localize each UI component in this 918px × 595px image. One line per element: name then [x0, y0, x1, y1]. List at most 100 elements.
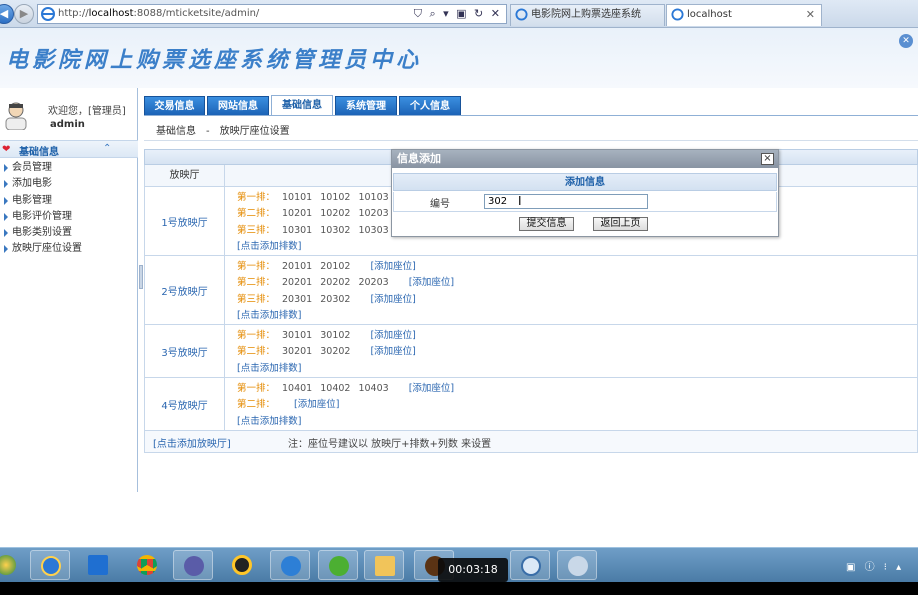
username: admin — [50, 119, 85, 130]
chrome-icon — [137, 555, 157, 575]
forward-button[interactable]: ▶ — [14, 4, 34, 24]
ie-icon — [41, 556, 61, 576]
system-tray-icon[interactable]: ▣ ⓘ ⁝ ▴ — [846, 558, 904, 573]
panel-splitter[interactable] — [139, 265, 143, 289]
add-seat-link[interactable]: [添加座位] — [370, 261, 415, 272]
windows-start-icon — [0, 555, 16, 575]
seat[interactable]: 20203 — [358, 275, 388, 291]
taskbar-search[interactable] — [510, 550, 550, 580]
taskbar-app[interactable] — [270, 550, 310, 580]
paint-icon — [568, 556, 588, 576]
add-seat-link[interactable]: [添加座位] — [370, 294, 415, 305]
sidebar-item-add-movie[interactable]: 添加电影 — [0, 176, 82, 192]
seat[interactable]: 10101 — [282, 190, 312, 206]
add-seat-link[interactable]: [添加座位] — [370, 330, 415, 341]
seat[interactable]: 20302 — [320, 292, 350, 308]
id-field[interactable] — [484, 194, 648, 209]
seat[interactable]: 10103 — [358, 190, 388, 206]
submit-button[interactable]: 提交信息 — [519, 217, 574, 231]
address-bar[interactable]: http://localhost:8088/mticketsite/admin/… — [37, 4, 507, 24]
welcome-text: 欢迎您，[管理员] — [48, 106, 126, 117]
seat[interactable]: 10401 — [282, 381, 312, 397]
table-row: 3号放映厅 第一排： 30101 30102 [添加座位] 第二排： 30201 3020… — [144, 325, 918, 378]
seat[interactable]: 30102 — [320, 328, 350, 344]
user-box: 欢迎您，[管理员] admin — [0, 98, 138, 134]
seat[interactable]: 20101 — [282, 259, 312, 275]
add-seat-link[interactable]: [添加座位] — [409, 383, 454, 394]
taskbar-green-app[interactable] — [318, 550, 358, 580]
taskbar-eclipse[interactable] — [173, 550, 213, 580]
tab-site[interactable]: 电影院网上购票选座系统 — [510, 4, 665, 26]
add-seat-link[interactable]: [添加座位] — [294, 399, 339, 410]
seat[interactable]: 10201 — [282, 206, 312, 222]
address-tools-icon[interactable]: ⛉ ⌕ ▾ ▣ ↻ ✕ — [414, 7, 502, 21]
hall-name[interactable]: 3号放映厅 — [145, 325, 225, 377]
video-timecode: 00:03:18 — [438, 558, 508, 582]
add-seat-link[interactable]: [添加座位] — [370, 346, 415, 357]
seat[interactable]: 10402 — [320, 381, 350, 397]
seat[interactable]: 30202 — [320, 344, 350, 360]
add-row-link[interactable]: [点击添加排数] — [237, 361, 416, 377]
seat-note: 注：座位号建议以 放映厅+排数+列数 来设置 — [288, 439, 492, 450]
taskbar-chrome[interactable] — [127, 550, 167, 580]
tab-system-manage[interactable]: 系统管理 — [335, 96, 397, 115]
tab-personal-info[interactable]: 个人信息 — [399, 96, 461, 115]
back-button[interactable]: ◀ — [0, 4, 14, 24]
seat[interactable]: 10203 — [358, 206, 388, 222]
add-row-link[interactable]: [点击添加排数] — [237, 239, 417, 255]
seat[interactable]: 10302 — [320, 223, 350, 239]
hall-name[interactable]: 1号放映厅 — [145, 187, 225, 255]
seat[interactable]: 20202 — [320, 275, 350, 291]
seat[interactable]: 20102 — [320, 259, 350, 275]
add-row-link[interactable]: [点击添加排数] — [237, 414, 454, 430]
qq-icon — [232, 555, 252, 575]
taskbar-grid[interactable] — [78, 550, 118, 580]
tab-site-info[interactable]: 网站信息 — [207, 96, 269, 115]
browser-chrome: ◀ ▶ http://localhost:8088/mticketsite/ad… — [0, 0, 918, 28]
sidebar-item-members[interactable]: 会员管理 — [0, 160, 82, 176]
seat[interactable]: 10102 — [320, 190, 350, 206]
row-label: 第二排： — [237, 399, 276, 411]
grid-app-icon — [88, 555, 108, 575]
seat[interactable]: 10403 — [358, 381, 388, 397]
seat[interactable]: 10303 — [358, 223, 388, 239]
tab-localhost[interactable]: localhost ✕ — [666, 4, 822, 26]
sidebar-section-header[interactable]: ❤ 基础信息 ⌃ — [0, 140, 138, 158]
back-button[interactable]: 返回上页 — [593, 217, 648, 231]
collapse-icon[interactable]: ⌃ — [103, 143, 111, 154]
hall-name[interactable]: 2号放映厅 — [145, 256, 225, 324]
sidebar-item-categories[interactable]: 电影类别设置 — [0, 225, 82, 241]
taskbar-paint[interactable] — [557, 550, 597, 580]
close-icon[interactable]: × — [761, 153, 774, 165]
row-label: 第一排： — [237, 330, 276, 341]
breadcrumb-divider — [144, 140, 918, 141]
sidebar-item-hall-seats[interactable]: 放映厅座位设置 — [0, 241, 82, 257]
seat[interactable]: 30201 — [282, 344, 312, 360]
add-seat-link[interactable]: [添加座位] — [409, 277, 454, 288]
sidebar-item-reviews[interactable]: 电影评价管理 — [0, 209, 82, 225]
seat[interactable]: 30101 — [282, 328, 312, 344]
sidebar-item-movie-manage[interactable]: 电影管理 — [0, 193, 82, 209]
row-label: 第一排： — [237, 192, 276, 203]
search-icon — [521, 556, 541, 576]
ie-page-icon — [41, 7, 55, 21]
seat[interactable]: 10202 — [320, 206, 350, 222]
text-cursor-icon: I — [518, 194, 522, 208]
add-row-link[interactable]: [点击添加排数] — [237, 308, 454, 324]
logout-icon[interactable]: ✕ — [899, 34, 913, 48]
seat[interactable]: 20201 — [282, 275, 312, 291]
tab-basic-info[interactable]: 基础信息 — [271, 95, 333, 116]
seat[interactable]: 10301 — [282, 223, 312, 239]
dialog-title[interactable]: 信息添加 — [392, 150, 778, 168]
row-label: 第二排： — [237, 346, 276, 358]
start-button[interactable] — [0, 550, 26, 580]
taskbar-folder[interactable] — [364, 550, 404, 580]
tab-trade-info[interactable]: 交易信息 — [144, 96, 205, 115]
add-hall-link[interactable]: [点击添加放映厅] — [153, 435, 231, 450]
taskbar-ie[interactable] — [30, 550, 70, 580]
seat[interactable]: 20301 — [282, 292, 312, 308]
taskbar-qq[interactable] — [222, 550, 262, 580]
hall-name[interactable]: 4号放映厅 — [145, 378, 225, 430]
tab-close-icon[interactable]: ✕ — [806, 5, 815, 25]
add-info-dialog: 信息添加 × 添加信息 编号 I 提交信息 返回上页 — [391, 149, 779, 237]
